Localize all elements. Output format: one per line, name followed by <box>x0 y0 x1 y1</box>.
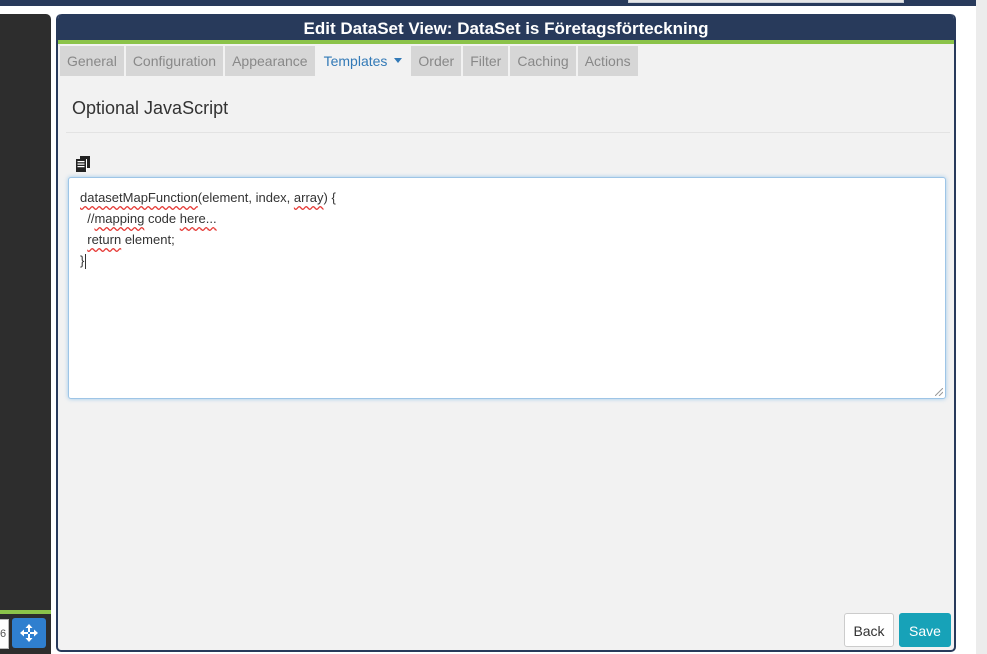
tab-order[interactable]: Order <box>411 46 462 76</box>
tab-actions[interactable]: Actions <box>577 46 638 76</box>
tab-label: Filter <box>470 53 502 69</box>
tab-label: General <box>67 53 117 69</box>
section-title: Optional JavaScript <box>72 98 229 118</box>
left-panel-accent <box>0 610 51 614</box>
tab-label: Caching <box>517 53 569 69</box>
code-token: // <box>80 211 95 226</box>
back-button[interactable]: Back <box>844 613 894 647</box>
tab-configuration[interactable]: Configuration <box>125 46 224 76</box>
code-line: } <box>80 250 934 271</box>
move-button[interactable] <box>12 618 46 648</box>
top-nav-bar <box>0 0 976 6</box>
tab-filter[interactable]: Filter <box>463 46 509 76</box>
dialog-title: Edit DataSet View: DataSet is Företagsfö… <box>58 14 954 40</box>
code-token-misspelled: datasetMapFunction <box>80 190 198 205</box>
move-arrows-icon <box>20 624 38 642</box>
section-divider <box>66 132 950 133</box>
code-line: return element; <box>80 229 934 250</box>
tab-label: Configuration <box>132 53 217 69</box>
save-button[interactable]: Save <box>899 613 951 647</box>
tab-label: Order <box>418 53 455 69</box>
code-line: datasetMapFunction(element, index, array… <box>80 187 934 208</box>
tab-bar: General Configuration Appearance Templates O… <box>60 46 638 76</box>
resize-grip-icon[interactable] <box>935 388 943 396</box>
tab-appearance[interactable]: Appearance <box>225 46 315 76</box>
text-cursor <box>85 254 87 270</box>
page-scroll-gutter <box>976 0 987 654</box>
dialog-header-accent <box>58 40 954 44</box>
code-token-misspelled: mapping <box>94 211 145 226</box>
code-line: //mapping code here... <box>80 208 934 229</box>
code-token: (element, index, <box>197 190 294 205</box>
tab-label: Appearance <box>232 53 308 69</box>
caret-down-icon <box>394 58 403 64</box>
code-token: ) { <box>323 190 336 205</box>
code-token: code <box>144 211 180 226</box>
tab-general[interactable]: General <box>60 46 124 76</box>
left-panel <box>0 14 51 654</box>
tab-label: Templates <box>323 53 388 69</box>
tab-label: Actions <box>584 53 631 69</box>
copy-icon[interactable] <box>76 156 90 172</box>
edit-dataset-view-dialog: Edit DataSet View: DataSet is Företagsfö… <box>56 14 956 652</box>
tab-caching[interactable]: Caching <box>510 46 576 76</box>
code-token: element; <box>121 232 175 247</box>
code-token-misspelled: here... <box>179 211 217 226</box>
code-token-misspelled: array <box>293 190 324 205</box>
code-token: } <box>80 253 85 268</box>
page-number-field[interactable]: 6 <box>0 619 9 649</box>
code-token-misspelled: return <box>87 232 122 247</box>
tab-templates[interactable]: Templates <box>316 46 410 76</box>
javascript-editor[interactable]: datasetMapFunction(element, index, array… <box>68 177 946 399</box>
top-search-field-edge[interactable] <box>628 0 904 3</box>
